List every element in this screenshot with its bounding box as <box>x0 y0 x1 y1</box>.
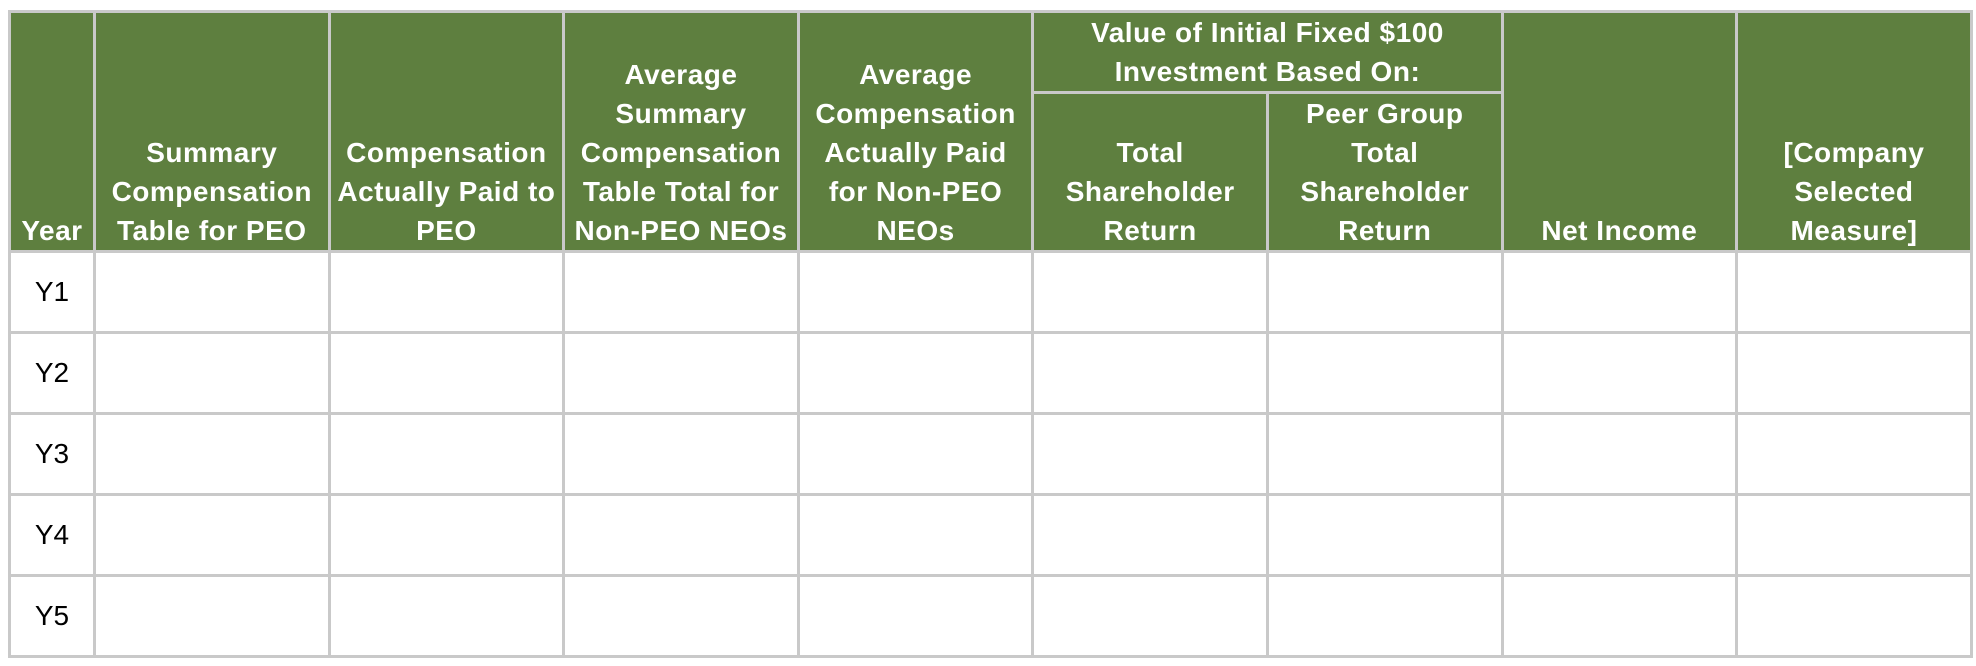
cell-tsr <box>1031 574 1269 658</box>
cell-year: Y2 <box>8 331 96 415</box>
cell-avg-cap-neo <box>796 412 1035 496</box>
cell-cap-peo <box>327 412 566 496</box>
cell-net-income <box>1500 412 1739 496</box>
cell-tsr <box>1031 250 1269 334</box>
cell-cap-peo <box>327 574 566 658</box>
cell-peer-tsr <box>1265 331 1504 415</box>
cell-tsr <box>1031 493 1269 577</box>
cell-year: Y5 <box>8 574 96 658</box>
header-sct-peo: Summary Compensation Table for PEO <box>93 10 331 253</box>
cell-cap-peo <box>327 331 566 415</box>
cell-peer-tsr <box>1265 412 1504 496</box>
header-peer-tsr: Peer Group Total Shareholder Return <box>1265 91 1504 253</box>
cell-peer-tsr <box>1265 574 1504 658</box>
cell-year: Y4 <box>8 493 96 577</box>
cell-tsr <box>1031 412 1269 496</box>
cell-avg-sct-neo <box>562 493 800 577</box>
cell-avg-sct-neo <box>562 250 800 334</box>
cell-sct-peo <box>93 250 331 334</box>
table-row: Y3 <box>8 412 1973 496</box>
cell-company-measure <box>1735 412 1973 496</box>
cell-company-measure <box>1735 493 1973 577</box>
cell-sct-peo <box>93 493 331 577</box>
header-investment-group: Value of Initial Fixed $100 Investment B… <box>1031 10 1504 94</box>
cell-sct-peo <box>93 331 331 415</box>
header-company-measure: [Company Selected Measure] <box>1735 10 1973 253</box>
header-avg-sct-neo: Average Summary Compensation Table Total… <box>562 10 800 253</box>
cell-avg-cap-neo <box>796 250 1035 334</box>
header-year: Year <box>8 10 96 253</box>
header-avg-cap-neo: Average Compensation Actually Paid for N… <box>796 10 1035 253</box>
cell-peer-tsr <box>1265 493 1504 577</box>
cell-cap-peo <box>327 493 566 577</box>
table-row: Y5 <box>8 574 1973 658</box>
cell-year: Y3 <box>8 412 96 496</box>
cell-sct-peo <box>93 412 331 496</box>
cell-cap-peo <box>327 250 566 334</box>
table-header: Year Summary Compensation Table for PEO … <box>8 10 1973 253</box>
cell-net-income <box>1500 331 1739 415</box>
cell-company-measure <box>1735 574 1973 658</box>
cell-avg-sct-neo <box>562 331 800 415</box>
table-body: Y1 Y2 Y3 Y4 Y5 <box>8 250 1973 658</box>
cell-net-income <box>1500 493 1739 577</box>
cell-avg-cap-neo <box>796 331 1035 415</box>
header-tsr: Total Shareholder Return <box>1031 91 1269 253</box>
header-cap-peo: Compensation Actually Paid to PEO <box>327 10 566 253</box>
cell-avg-sct-neo <box>562 412 800 496</box>
cell-company-measure <box>1735 331 1973 415</box>
cell-net-income <box>1500 250 1739 334</box>
cell-avg-sct-neo <box>562 574 800 658</box>
cell-tsr <box>1031 331 1269 415</box>
header-net-income: Net Income <box>1500 10 1739 253</box>
cell-net-income <box>1500 574 1739 658</box>
cell-avg-cap-neo <box>796 574 1035 658</box>
cell-avg-cap-neo <box>796 493 1035 577</box>
cell-sct-peo <box>93 574 331 658</box>
table-row: Y2 <box>8 331 1973 415</box>
cell-year: Y1 <box>8 250 96 334</box>
table-row: Y4 <box>8 493 1973 577</box>
cell-company-measure <box>1735 250 1973 334</box>
cell-peer-tsr <box>1265 250 1504 334</box>
table-row: Y1 <box>8 250 1973 334</box>
pay-versus-performance-table: Year Summary Compensation Table for PEO … <box>8 10 1973 658</box>
